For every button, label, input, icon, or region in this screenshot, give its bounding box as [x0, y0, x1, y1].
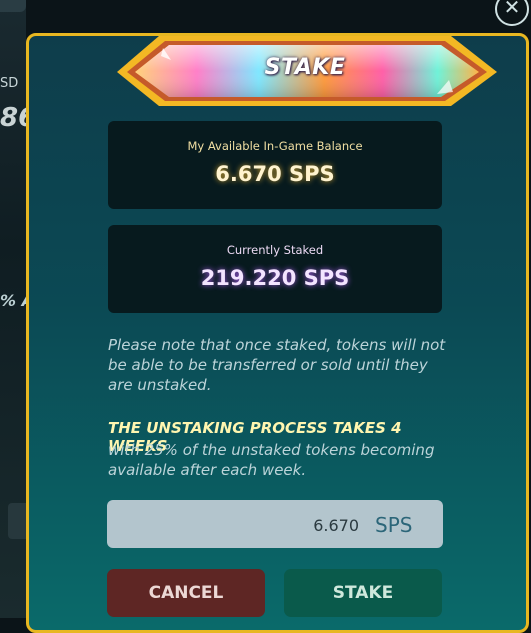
stake-amount-field[interactable]: SPS — [107, 500, 443, 550]
staked-panel: Currently Staked 219.220 SPS — [108, 225, 442, 313]
dialog-title: STAKE — [264, 55, 346, 80]
amount-unit-label: SPS — [375, 513, 413, 537]
title-banner: STAKE — [107, 36, 503, 106]
background-currency-label: SD — [0, 76, 19, 91]
background-tile — [8, 503, 26, 539]
staked-value: 219.220 SPS — [200, 266, 350, 290]
unstaking-warning-text: with 25% of the unstaked tokens becoming… — [108, 441, 435, 479]
staked-label: Currently Staked — [226, 243, 324, 257]
cancel-button[interactable]: CANCEL — [107, 569, 265, 617]
stake-amount-input[interactable] — [117, 500, 361, 550]
staking-note: Please note that once staked, tokens wil… — [108, 336, 446, 394]
balance-label: My Available In-Game Balance — [187, 139, 363, 153]
close-icon[interactable]: ✕ — [495, 0, 529, 26]
stake-button[interactable]: STAKE — [284, 569, 442, 617]
balance-panel: My Available In-Game Balance 6.670 SPS — [108, 121, 442, 209]
balance-value: 6.670 SPS — [215, 162, 335, 186]
background-tile — [0, 0, 26, 12]
